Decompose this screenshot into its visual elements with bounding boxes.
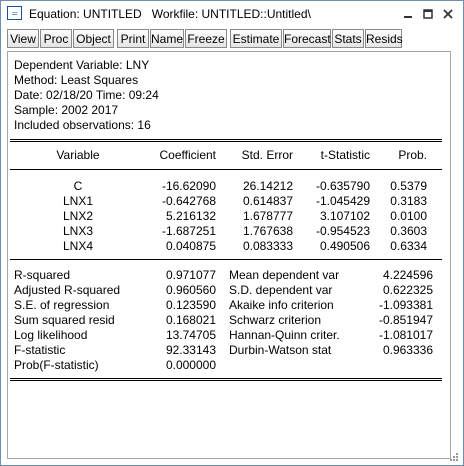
stat-value: 0.971077 [165,268,216,282]
cell-variable: LNX1 [62,194,94,208]
stat-value: 0.000000 [165,358,216,372]
col-header-variable: Variable [56,148,100,162]
maximize-icon[interactable] [420,6,436,22]
stat-value: -0.851947 [378,313,433,327]
cell-prob: 0.5379 [390,179,427,193]
stat-label: Schwarz criterion [229,313,322,327]
table-rule [10,169,442,170]
cell-std-error: 26.14212 [242,179,293,193]
cell-variable: LNX2 [62,209,94,223]
method: Method: Least Squares [14,73,139,87]
forecast-button[interactable]: Forecast [283,29,331,48]
stat-value: 13.74705 [165,328,216,342]
cell-coefficient: -1.687251 [161,224,216,238]
cell-prob: 0.6334 [390,239,427,253]
close-icon[interactable] [440,6,456,22]
cell-variable: LNX4 [62,239,94,253]
stat-value: 0.960560 [165,283,216,297]
svg-text:=: = [11,8,17,20]
table-rule [10,141,442,142]
col-header-coefficient: Coefficient [159,148,216,162]
table-rule [10,380,442,381]
cell-prob: 0.3183 [390,194,427,208]
window-title: Equation: UNTITLED Workfile: UNTITLED::U… [29,7,311,21]
stat-label: Mean dependent var [229,268,340,282]
resids-button[interactable]: Resids [365,29,403,48]
col-header-std-error: Std. Error [241,148,293,162]
dependent-variable: Dependent Variable: LNY [14,58,150,72]
title-bar[interactable]: = Equation: UNTITLED Workfile: UNTITLED:… [1,1,463,27]
sample: Sample: 2002 2017 [14,103,119,117]
stats-button[interactable]: Stats [332,29,364,48]
cell-std-error: 0.614837 [242,194,293,208]
output-pane[interactable]: Dependent Variable: LNY Method: Least Sq… [7,51,451,459]
stat-value: 4.224596 [382,268,433,282]
minimize-icon[interactable] [400,6,416,22]
equation-icon: = [7,6,22,20]
cell-variable: LNX3 [62,224,94,238]
cell-prob: 0.3603 [390,224,427,238]
name-button[interactable]: Name [150,29,184,48]
cell-variable: C [73,179,83,193]
freeze-button[interactable]: Freeze [185,29,227,48]
stat-label: Prob(F-statistic) [14,358,99,372]
stat-label: R-squared [14,268,71,282]
cell-std-error: 1.767638 [242,224,293,238]
stat-value: 92.33143 [165,343,216,357]
stat-label: Sum squared resid [14,313,115,327]
equation-window: = Equation: UNTITLED Workfile: UNTITLED:… [0,0,464,466]
stat-label: Akaike info criterion [229,298,334,312]
print-button[interactable]: Print [117,29,149,48]
cell-coefficient: 0.040875 [165,239,216,253]
stat-value: -1.081017 [378,328,433,342]
cell-std-error: 0.083333 [242,239,293,253]
stat-label: F-statistic [14,343,66,357]
stat-label: S.D. dependent var [229,283,333,297]
stat-value: 0.622325 [382,283,433,297]
view-button[interactable]: View [7,29,39,48]
stat-label: Hannan-Quinn criter. [229,328,340,342]
stat-label: Log likelihood [14,328,88,342]
cell-coefficient: 5.216132 [165,209,216,223]
table-rule [10,378,442,379]
stat-value: 0.963336 [382,343,433,357]
table-rule [10,139,442,140]
estimate-button[interactable]: Estimate [230,29,282,48]
table-rule [10,259,442,260]
stat-value: 0.168021 [165,313,216,327]
stat-value: -1.093381 [378,298,433,312]
object-button[interactable]: Object [73,29,114,48]
resize-grip-icon[interactable] [449,452,459,462]
stat-label: S.E. of regression [14,298,110,312]
cell-coefficient: -16.62090 [161,179,216,193]
stat-label: Adjusted R-squared [14,283,121,297]
cell-prob: 0.0100 [390,209,427,223]
col-header-prob: Prob. [398,148,427,162]
proc-button[interactable]: Proc [40,29,72,48]
observations: Included observations: 16 [14,118,151,132]
stat-label: Durbin-Watson stat [229,343,332,357]
cell-std-error: 1.678777 [242,209,293,223]
stat-value: 0.123590 [165,298,216,312]
estimation-date: Date: 02/18/20 Time: 09:24 [14,88,159,102]
cell-coefficient: -0.642768 [161,194,216,208]
